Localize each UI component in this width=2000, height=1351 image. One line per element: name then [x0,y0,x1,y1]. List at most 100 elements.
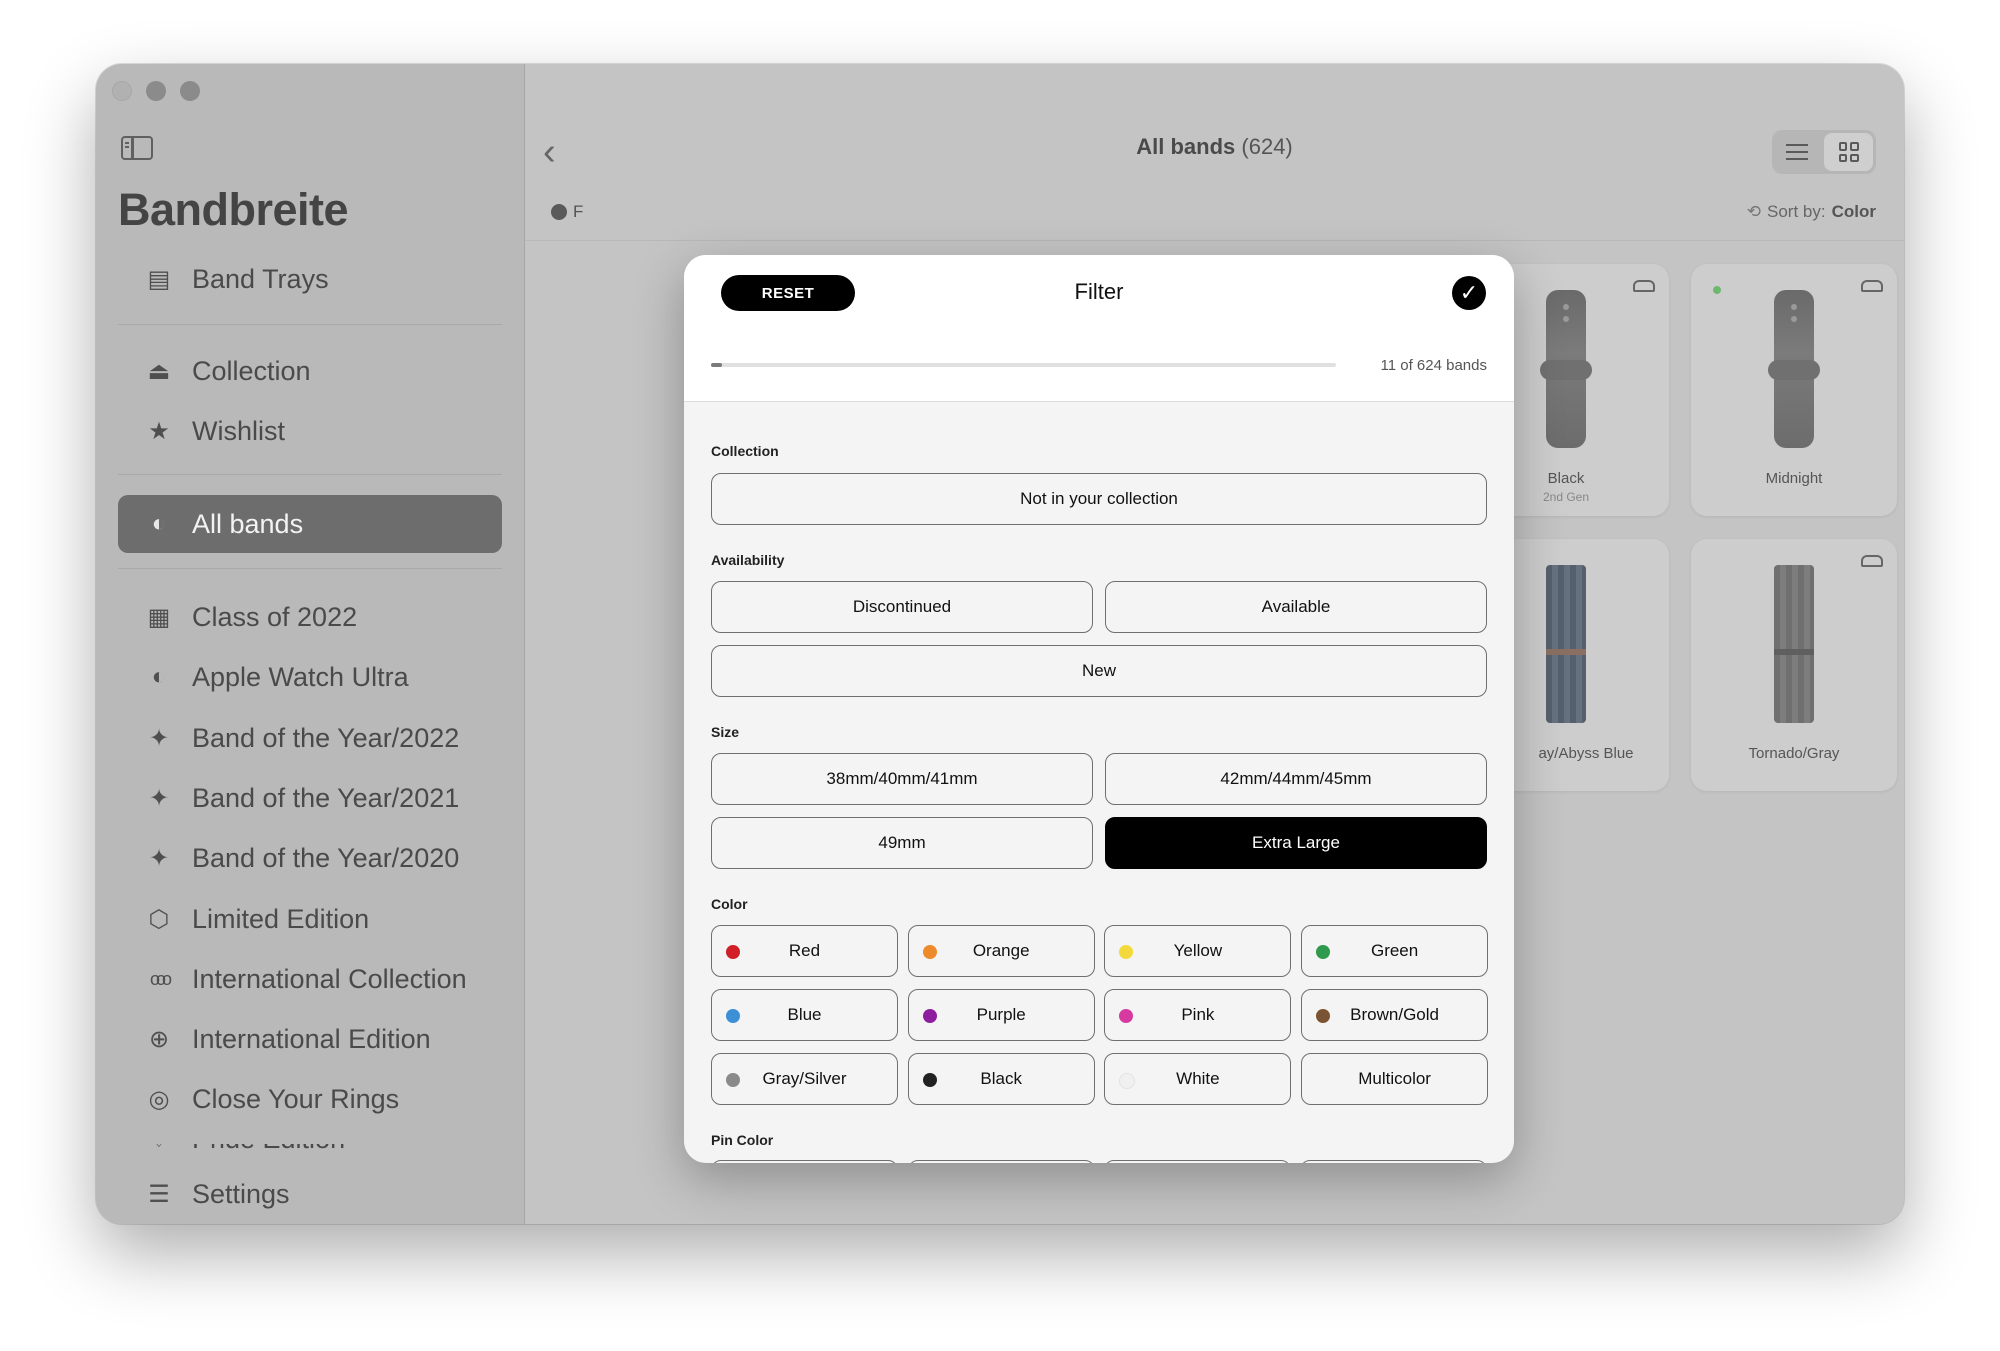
list-view-button[interactable] [1772,130,1821,174]
new-option[interactable]: New [711,645,1487,697]
color-option-label: Yellow [1173,941,1223,960]
band-image [1540,290,1592,448]
color-option-label: White [1176,1069,1220,1088]
sidebar-item-label: Band of the Year/2020 [192,842,460,873]
sparkle-icon: ✦ [148,724,170,752]
not-in-collection-option[interactable]: Not in your collection [711,473,1487,525]
color-option-black[interactable]: Black [907,1053,1095,1105]
color-option-white[interactable]: White [1104,1053,1292,1105]
sort-icon: ⟲ [1746,202,1762,221]
band-card[interactable]: Tornado/Gray [1691,539,1897,791]
size-small-option[interactable]: 38mm/40mm/41mm [711,753,1093,805]
color-swatch-icon [922,1073,937,1087]
sidebar-divider [118,568,502,569]
sidebar-item-class-of-2022[interactable]: ▦ Class of 2022 [118,588,502,646]
list-icon [1785,144,1808,160]
filter-modal-header: RESET Filter ✓ 11 of 624 bands [684,255,1514,402]
star-icon: ★ [148,417,170,445]
size-large-option[interactable]: 42mm/44mm/45mm [1105,753,1487,805]
checkmark-icon: ✓ [1459,280,1479,305]
band-count: (624) [1241,134,1293,159]
sidebar-item-settings[interactable]: ☰ Settings [118,1165,502,1223]
color-swatch-icon [1316,945,1331,959]
sidebar-item-band-of-the-year-2022[interactable]: ✦ Band of the Year/2022 [118,709,502,767]
color-option-pink[interactable]: Pink [1104,989,1292,1041]
sidebar-item-wishlist[interactable]: ★ Wishlist [118,402,502,460]
sidebar-item-band-trays[interactable]: ▤ Band Trays [118,250,502,308]
collection-tray-icon [1861,280,1883,292]
sidebar-item-label: Class of 2022 [192,601,358,632]
color-swatch-icon [1119,1009,1134,1023]
band-tray-icon: ▤ [147,265,171,293]
sidebar-item-international-collection[interactable]: ooo International Collection [118,950,502,1008]
pin-color-section-label: Pin Color [711,1132,774,1148]
sidebar-item-band-of-the-year-2020[interactable]: ✦ Band of the Year/2020 [118,829,502,887]
sidebar-item-all-bands[interactable]: ◐ All bands [118,495,502,553]
color-option-label: Blue [787,1005,822,1024]
sidebar-item-close-your-rings[interactable]: ◎ Close Your Rings [118,1070,502,1128]
pin-color-option[interactable] [711,1160,898,1163]
color-option-brown-gold[interactable]: Brown/Gold [1301,989,1489,1041]
sidebar-item-label: Settings [192,1178,290,1209]
sidebar-item-international-edition[interactable]: ⊕ International Edition [118,1010,502,1068]
page-title: All bands (624) [525,134,1904,160]
sort-label: Sort by: [1767,202,1826,221]
color-option-orange[interactable]: Orange [907,925,1095,977]
pin-color-option[interactable] [1300,1160,1487,1163]
sidebar-item-limited-edition[interactable]: ⬡ Limited Edition [118,890,502,948]
color-option-multicolor[interactable]: Multicolor [1301,1053,1489,1105]
color-option-gray-silver[interactable]: Gray/Silver [711,1053,898,1105]
band-card[interactable]: Midnight [1691,264,1897,516]
sidebar-item-label: All bands [192,508,304,539]
window-close-button[interactable] [112,81,132,101]
color-option-yellow[interactable]: Yellow [1104,925,1292,977]
view-mode-switch [1772,130,1876,174]
sidebar-item-label: Wishlist [192,415,285,446]
collection-tray-icon: ⏏ [147,357,171,385]
band-name: Midnight [1765,470,1823,487]
sidebar: Bandbreite ▤ Band Trays ⏏ Collection ★ W… [96,64,525,1224]
discontinued-option[interactable]: Discontinued [711,581,1093,633]
sidebar-item-collection[interactable]: ⏏ Collection [118,342,502,400]
window-zoom-button[interactable] [180,81,200,101]
match-progress-fill [711,363,723,367]
size-section-label: Size [711,724,740,740]
heart-icon: ♡ [144,1144,174,1154]
color-option-green[interactable]: Green [1301,925,1489,977]
sidebar-item-label: Close Your Rings [192,1083,400,1114]
sidebar-item-pride-edition[interactable]: ♡ Pride Edition [118,1144,502,1160]
sidebar-item-apple-watch-ultra[interactable]: ◐ Apple Watch Ultra [118,648,502,706]
app-window: Bandbreite ▤ Band Trays ⏏ Collection ★ W… [96,64,1904,1224]
sidebar-item-label: Band of the Year/2021 [192,782,460,813]
activity-rings-icon: ◎ [148,1085,170,1113]
color-swatch-icon [922,1009,937,1023]
color-option-blue[interactable]: Blue [711,989,898,1041]
window-minimize-button[interactable] [146,81,166,101]
sparkle-icon: ✦ [148,844,170,872]
sort-control[interactable]: ⟲ Sort by: Color [1747,202,1876,222]
grid-icon [1838,142,1859,162]
sparkle-icon: ✦ [148,784,170,812]
color-swatch-icon [726,1009,740,1023]
color-option-label: Multicolor [1358,1069,1431,1088]
band-image [1546,565,1586,723]
size-extra-large-option[interactable]: Extra Large [1105,817,1487,869]
done-checkmark-button[interactable]: ✓ [1452,276,1486,310]
filter-button[interactable]: F [551,202,583,222]
available-option[interactable]: Available [1105,581,1487,633]
color-option-red[interactable]: Red [711,925,898,977]
sidebar-item-label: Collection [192,355,311,386]
color-option-label: Purple [976,1005,1026,1024]
sort-value: Color [1831,202,1876,221]
color-option-purple[interactable]: Purple [907,989,1095,1041]
calendar-icon: ▦ [147,603,171,631]
pin-color-option[interactable] [1104,1160,1291,1163]
color-swatch-icon [1119,1073,1136,1089]
box-icon: ⬡ [148,905,170,933]
size-49mm-option[interactable]: 49mm [711,817,1093,869]
sidebar-toggle-icon[interactable] [121,136,153,160]
grid-view-button[interactable] [1824,133,1873,171]
pin-color-option[interactable] [908,1160,1095,1163]
sidebar-divider [118,474,502,475]
sidebar-item-band-of-the-year-2021[interactable]: ✦ Band of the Year/2021 [118,769,502,827]
